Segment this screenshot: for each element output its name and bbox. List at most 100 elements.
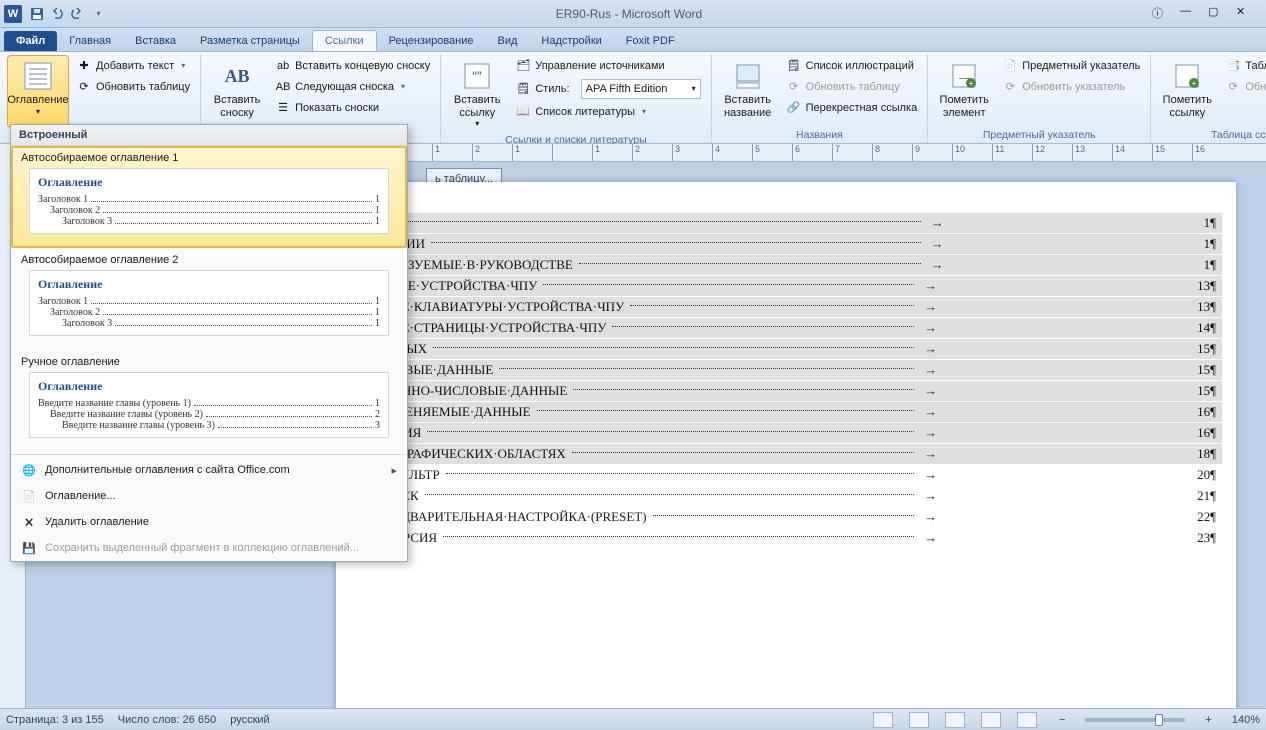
zoom-slider[interactable] [1085, 718, 1185, 722]
view-web-icon[interactable] [945, 712, 965, 728]
toc-entry[interactable]: ·ЧИСЛОВЫЕ·ДАННЫЕ→15¶ [350, 360, 1222, 380]
insert-caption-label: Вставить название [720, 94, 776, 119]
next-footnote-icon: AB [275, 79, 291, 95]
remove-toc-button[interactable]: 🗙 Удалить оглавление [11, 509, 407, 535]
update2-icon: ⟳ [786, 79, 802, 95]
help-icon[interactable]: ⓘ [1152, 5, 1178, 23]
insert-endnote-button[interactable]: abВставить концевую сноску [271, 56, 434, 76]
tab-view[interactable]: Вид [486, 31, 530, 51]
gallery-header-builtin: Встроенный [11, 125, 407, 146]
toc-entry[interactable]: ОБЩЕНИЯ→16¶ [350, 423, 1222, 443]
index-button[interactable]: 📄Предметный указатель [998, 56, 1144, 76]
toc-entry[interactable]: Д·ДАННЫХ→15¶ [350, 339, 1222, 359]
view-outline-icon[interactable] [981, 712, 1001, 728]
zoom-thumb[interactable] [1155, 714, 1163, 726]
tab-addins[interactable]: Надстройки [529, 31, 613, 51]
status-language[interactable]: русский [230, 714, 269, 726]
toc-entry[interactable]: ЗОВАНИЕ·УСТРОЙСТВА·ЧПУ→13¶ [350, 276, 1222, 296]
tab-foxit[interactable]: Foxit PDF [614, 31, 687, 51]
svg-text:+: + [1192, 79, 1197, 88]
view-reading-icon[interactable] [909, 712, 929, 728]
save-selection-label: Сохранить выделенный фрагмент в коллекци… [45, 542, 359, 554]
status-page[interactable]: Страница: 3 из 155 [6, 714, 104, 726]
add-text-button[interactable]: ✚Добавить текст [72, 56, 194, 76]
tab-file[interactable]: Файл [4, 31, 57, 51]
group-citations: “” Вставить ссылку▾ 🗂Управление источник… [441, 54, 711, 143]
close-icon[interactable]: ✕ [1236, 5, 1262, 23]
gallery-preview-manual: Оглавление Введите название главы (урове… [29, 372, 389, 438]
status-words[interactable]: Число слов: 26 650 [118, 714, 216, 726]
save-icon[interactable] [28, 5, 46, 23]
toc-entry[interactable]: ОТА·В·ГРАФИЧЕСКИХ·ОБЛАСТЯХ→18¶ [350, 444, 1222, 464]
more-from-office-button[interactable]: 🌐 Дополнительные оглавления с сайта Offi… [11, 457, 407, 483]
quick-access-toolbar [28, 5, 106, 23]
insert-caption-button[interactable]: Вставить название [718, 56, 778, 127]
update-table2-button[interactable]: ⟳Обновить таблицу [782, 77, 922, 97]
tab-home[interactable]: Главная [57, 31, 123, 51]
table-auth-icon: 📑 [1225, 58, 1241, 74]
gallery-item-auto1[interactable]: Автособираемое оглавление 1 Оглавление З… [11, 146, 407, 248]
cross-ref-label: Перекрестная ссылка [806, 100, 918, 116]
toc-entry[interactable]: →1¶ [350, 213, 1222, 233]
toc-button[interactable]: Оглавление ▾ [8, 56, 68, 127]
save-selection-button: 💾 Сохранить выделенный фрагмент в коллек… [11, 535, 407, 561]
group-captions-label: Названия [718, 127, 922, 143]
toc-entry[interactable]: ИСАНИЕ·СТРАНИЦЫ·УСТРОЙСТВА·ЧПУ→14¶ [350, 318, 1222, 338]
tab-insert[interactable]: Вставка [123, 31, 188, 51]
style-combo[interactable]: APA Fifth Edition▾ [581, 79, 701, 99]
toc-gallery-dropdown: Встроенный Автособираемое оглавление 1 О… [10, 124, 408, 562]
zoom-in-button[interactable]: + [1205, 714, 1211, 726]
toc-entry[interactable]: 1.5.6.·ФИЛЬТР→20¶ [350, 465, 1222, 485]
mark-citation-label: Пометить ссылку [1159, 94, 1215, 119]
mark-entry-button[interactable]: —+ Пометить элемент [934, 56, 994, 127]
office-icon: 🌐 [21, 462, 37, 478]
bibliography-button[interactable]: 📖Список литературы [511, 102, 704, 122]
insert-endnote-label: Вставить концевую сноску [295, 58, 430, 74]
update-table-button[interactable]: ⟳Обновить таблицу [72, 77, 194, 97]
footnote-icon: AB [221, 60, 253, 92]
toc-entry[interactable]: ·БУКВЕННО-ЧИСЛОВЫЕ·ДАННЫЕ→15¶ [350, 381, 1222, 401]
manage-sources-button[interactable]: 🗂Управление источниками [511, 56, 704, 76]
view-draft-icon[interactable] [1017, 712, 1037, 728]
insert-footnote-button[interactable]: AB Вставить сноску [207, 56, 267, 127]
custom-toc-button[interactable]: 📄 Оглавление... [11, 483, 407, 509]
redo-icon[interactable] [68, 5, 86, 23]
toc-entry[interactable]: ·НЕИЗМЕНЯЕМЫЕ·ДАННЫЕ→16¶ [350, 402, 1222, 422]
toc-entry[interactable]: 2.1.1·ВЕРСИЯ→23¶ [350, 528, 1222, 548]
group-authorities-label: Таблица ссылок [1157, 127, 1266, 143]
save-selection-icon: 💾 [21, 540, 37, 556]
list-figures-button[interactable]: 🗒Список иллюстраций [782, 56, 922, 76]
window-title: ER90-Rus - Microsoft Word [106, 7, 1152, 21]
view-print-layout-icon[interactable] [873, 712, 893, 728]
tab-references[interactable]: Ссылки [312, 30, 377, 51]
mark-citation-button[interactable]: + Пометить ссылку [1157, 56, 1217, 127]
toc-entry[interactable]: ИСПОЛЬЗУЕМЫЕ·В·РУКОВОДСТВЕ→1¶ [350, 255, 1222, 275]
update-index-button[interactable]: ⟳Обновить указатель [998, 77, 1144, 97]
toc-entry[interactable]: ИСАНИЕ·КЛАВИАТУРЫ·УСТРОЙСТВА·ЧПУ→13¶ [350, 297, 1222, 317]
insert-citation-button[interactable]: “” Вставить ссылку▾ [447, 56, 507, 132]
cross-ref-button[interactable]: 🔗Перекрестная ссылка [782, 98, 922, 118]
toc-entry[interactable]: ·ФУНКЦИИ→1¶ [350, 234, 1222, 254]
maximize-icon[interactable]: ▢ [1208, 5, 1234, 23]
index-label: Предметный указатель [1022, 58, 1140, 74]
gallery-item-auto2[interactable]: Автособираемое оглавление 2 Оглавление З… [11, 248, 407, 350]
next-footnote-label: Следующая сноска [295, 79, 394, 95]
toc-entry[interactable]: 2·ЗАПУСК→21¶ [350, 486, 1222, 506]
page: →1¶·ФУНКЦИИ→1¶ИСПОЛЬЗУЕМЫЕ·В·РУКОВОДСТВЕ… [336, 182, 1236, 708]
group-authorities: + Пометить ссылку 📑Таблица ссылок ⟳Обнов… [1151, 54, 1266, 143]
zoom-percent[interactable]: 140% [1232, 714, 1260, 726]
show-notes-button[interactable]: ☰Показать сноски [271, 98, 434, 118]
toc-entry[interactable]: 2.1·ПРЕДВАРИТЕЛЬНАЯ·НАСТРОЙКА·(PRESET)→2… [350, 507, 1222, 527]
tab-layout[interactable]: Разметка страницы [188, 31, 312, 51]
next-footnote-button[interactable]: ABСледующая сноска [271, 77, 434, 97]
gallery-item-manual[interactable]: Ручное оглавление Оглавление Введите наз… [11, 350, 407, 452]
minimize-icon[interactable]: — [1180, 5, 1206, 23]
undo-icon[interactable] [48, 5, 66, 23]
tab-review[interactable]: Рецензирование [377, 31, 486, 51]
table-auth-button[interactable]: 📑Таблица ссылок [1221, 56, 1266, 76]
zoom-out-button[interactable]: − [1059, 714, 1065, 726]
qat-customize-icon[interactable] [88, 5, 106, 23]
update-icon: ⟳ [76, 79, 92, 95]
update-table3-button[interactable]: ⟳Обновить таблицу [1221, 77, 1266, 97]
style-selector[interactable]: 🗒Стиль: APA Fifth Edition▾ [511, 77, 704, 101]
